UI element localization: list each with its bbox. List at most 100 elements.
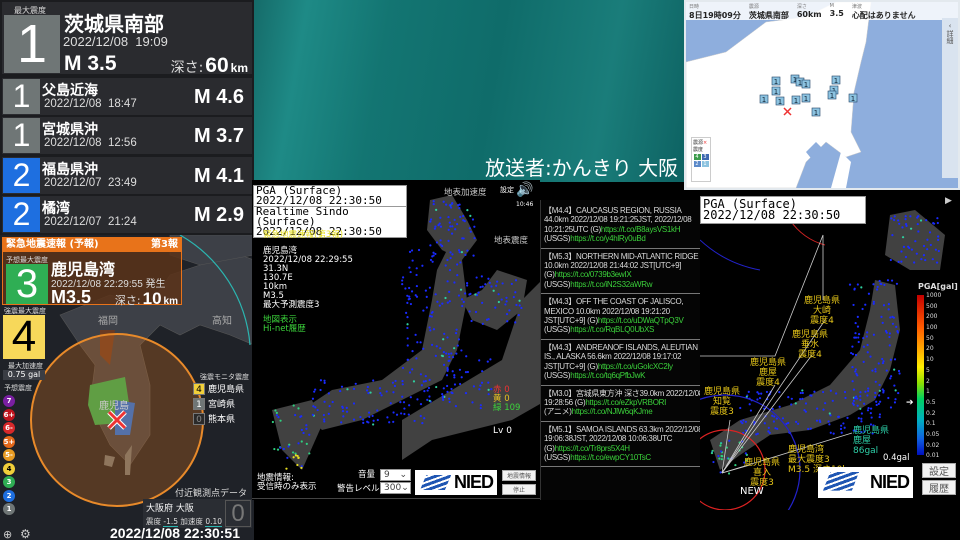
station-dot: [428, 399, 431, 402]
magnitude: M 4.6: [193, 86, 244, 108]
station-dot: [890, 375, 893, 378]
google-link[interactable]: https://t.co/uGoIcXC2ly: [598, 362, 673, 371]
eew-report-number: 第3報: [151, 239, 178, 250]
station-dot: [480, 275, 483, 278]
station-dot: [933, 222, 936, 225]
station-dot: [277, 416, 280, 419]
earthquake-info-button[interactable]: 地震情報: [502, 470, 536, 481]
google-link[interactable]: https://t.co/0739b3ewIX: [555, 270, 632, 279]
station-dot: [901, 236, 905, 239]
station-dot: [822, 408, 825, 411]
station-dot: [431, 260, 434, 263]
station-label: 鹿児島県 大崎 震度4: [804, 296, 841, 326]
feed-item[interactable]: 【M4.3】ANDREANOF ISLANDS, ALEUTIAN IS., A…: [541, 340, 705, 386]
station-dot: [449, 251, 452, 254]
station-dot: [297, 407, 300, 410]
usgs-link[interactable]: https://t.co/tq6qPfbJwK: [570, 371, 645, 380]
google-link[interactable]: https://t.co/eZkpVRBORI: [585, 398, 666, 407]
history-button[interactable]: 履歴: [922, 480, 956, 495]
station-dot: [756, 391, 759, 394]
station-dot: [828, 423, 831, 426]
history-item[interactable]: 2 福島県沖 2022/12/07 23:49 M 4.1: [2, 156, 252, 194]
earthquake-feed-list[interactable]: 【M4.4】CAUCASUS REGION, RUSSIA 44.0km 202…: [540, 200, 705, 500]
acc-layer-label[interactable]: 地表加速度: [444, 189, 487, 198]
station-dot: [518, 299, 521, 302]
station-dot: [286, 456, 289, 459]
station-dot: [807, 427, 810, 431]
magnitude: M 2.9: [193, 203, 244, 226]
station-dot: [366, 385, 369, 389]
warn-level-select[interactable]: 300 ⌄: [380, 482, 411, 494]
stop-button[interactable]: 停止: [502, 484, 536, 495]
station-dot: [394, 379, 397, 383]
col-value: 心配はありません: [851, 11, 916, 20]
station-dot: [447, 352, 450, 356]
station-dot: [441, 302, 444, 305]
feed-item[interactable]: 【M3.0】宮城県東方沖 深さ39.0km 2022/12/08 19:28:5…: [541, 386, 705, 422]
volume-select[interactable]: 9 ⌄: [380, 469, 411, 481]
station-dot: [282, 447, 285, 451]
station-dot: [296, 454, 299, 458]
station-dot: [508, 309, 511, 312]
station-dot: [891, 315, 894, 318]
location-icon[interactable]: ⊕: [3, 528, 12, 540]
station-dot: [472, 254, 475, 257]
station-dot: [797, 422, 800, 425]
station-dot: [359, 415, 362, 419]
station-dot: [430, 343, 434, 346]
station-dot: [401, 283, 404, 286]
station-dot: [851, 345, 854, 348]
station-dot: [874, 370, 877, 373]
station-dot: [767, 430, 770, 433]
station-dot: [882, 389, 885, 392]
station-dot: [867, 389, 870, 393]
svg-text:1: 1: [830, 92, 834, 100]
station-dot: [744, 420, 747, 423]
station-dot: [462, 300, 465, 303]
hinet-history-link[interactable]: Hi-net履歴: [263, 325, 306, 334]
latest-earthquake-card[interactable]: 最大震度 1 茨城県南部 2022/12/08 19:09 M 3.5 深さ: …: [2, 2, 252, 77]
station-dot: [416, 398, 419, 401]
speaker-icon[interactable]: 🔊: [516, 182, 533, 198]
station-dot: [505, 300, 508, 303]
history-item[interactable]: 1 宮城県沖 2022/12/08 12:56 M 3.7: [2, 117, 252, 155]
station-dot: [500, 298, 503, 301]
google-link[interactable]: https://t.co/Tr8prs5X4H: [555, 444, 630, 453]
history-item[interactable]: 2 橘湾 2022/12/07 21:24 M 2.9: [2, 195, 252, 233]
station-dot: [859, 391, 862, 394]
history-item[interactable]: 1 父島近海 2022/12/08 18:47 M 4.6: [2, 78, 252, 115]
station-dot: [520, 306, 523, 310]
feed-item[interactable]: 【M4.4】CAUCASUS REGION, RUSSIA 44.0km 202…: [541, 203, 705, 249]
shindo-layer-label[interactable]: 地表震度: [494, 237, 528, 246]
detail-toggle[interactable]: ‹ 詳細: [942, 18, 958, 178]
station-dot: [459, 288, 463, 291]
station-dot: [913, 261, 916, 264]
google-link[interactable]: https://t.co/B8aysVS1kH: [601, 225, 681, 234]
usgs-link[interactable]: https://t.co/RqBLQ0UbXS: [570, 325, 654, 334]
feed-item[interactable]: 【M5.1】SAMOA ISLANDS 63.3km 2022/12/08 19…: [541, 422, 705, 468]
station-dot: [465, 355, 468, 358]
feed-item[interactable]: 【M5.3】NORTHERN MID-ATLANTIC RIDGE 10.0km…: [541, 249, 705, 295]
usgs-link[interactable]: https://t.co/NJlW6qKJme: [572, 407, 653, 416]
station-dot: [372, 423, 375, 426]
station-dot: [340, 385, 344, 388]
station-dot: [855, 397, 859, 400]
usgs-link[interactable]: https://t.co/ewpCY10TsC: [570, 453, 651, 462]
station-dot: [388, 421, 391, 424]
usgs-link[interactable]: https://t.co/y4hlRy0uBd: [570, 234, 646, 243]
station-dot: [813, 390, 816, 393]
google-link[interactable]: https://t.co/uDWaQTpQ3V: [598, 316, 684, 325]
play-icon[interactable]: ▶: [945, 196, 952, 206]
station-dot: [518, 304, 521, 307]
usgs-link[interactable]: https://t.co/iN2S32aWRw: [570, 280, 652, 289]
feed-item[interactable]: 【M4.3】OFF THE COAST OF JALISCO, MEXICO 1…: [541, 294, 705, 340]
magnitude: M 4.1: [193, 164, 244, 187]
eew-card[interactable]: 緊急地震速報 (予報) 第3報 予想最大震度 3 鹿児島湾 2022/12/08 …: [2, 237, 182, 308]
station-dot: [434, 225, 437, 228]
station-dot: [401, 279, 404, 282]
settings-button[interactable]: 設定: [922, 463, 956, 478]
station-dot: [481, 285, 484, 288]
gear-icon[interactable]: ⚙: [20, 527, 31, 540]
settings-link[interactable]: 設定: [500, 186, 514, 195]
station-dot: [763, 422, 766, 425]
